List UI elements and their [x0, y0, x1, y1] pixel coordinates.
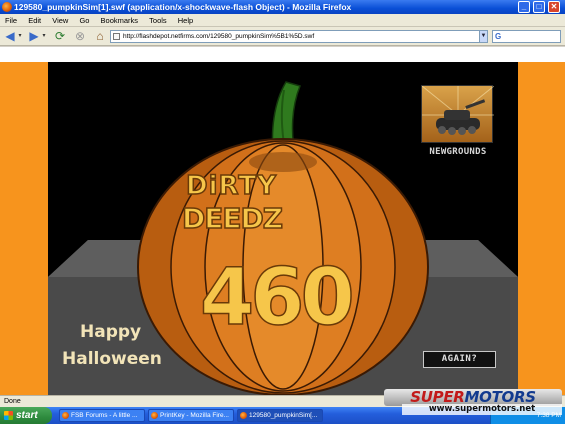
greeting-line2: Halloween [62, 349, 162, 369]
newgrounds-logo[interactable] [421, 85, 495, 143]
reload-icon[interactable]: ⟳ [53, 30, 67, 43]
home-icon[interactable]: ⌂ [93, 30, 107, 43]
address-dropdown-icon[interactable]: ▼ [479, 30, 488, 43]
forward-icon[interactable]: ▶ [27, 30, 41, 43]
search-box[interactable]: G [492, 30, 561, 43]
firefox-icon [62, 412, 69, 419]
status-text: Done [4, 398, 21, 405]
flash-movie[interactable]: DiRTY DEEDZ 460 Happy Halloween NEWGROUN… [48, 62, 518, 395]
address-bar[interactable]: http://flashdepot.netfirms.com/129580_pu… [110, 30, 488, 43]
menu-view[interactable]: View [52, 16, 68, 25]
firefox-window: 129580_pumpkinSim[1].swf (application/x-… [0, 0, 565, 424]
menu-go[interactable]: Go [79, 16, 89, 25]
address-text: http://flashdepot.netfirms.com/129580_pu… [123, 33, 315, 40]
task-label: FSB Forums - A little ... [71, 412, 138, 419]
firefox-icon [2, 2, 12, 12]
carved-text-line1: DiRTY [186, 171, 277, 201]
start-label: start [16, 410, 38, 421]
back-dropdown-icon[interactable]: ▾ [17, 30, 23, 43]
search-engine-icon[interactable]: G [495, 31, 501, 42]
again-button[interactable]: AGAIN? [423, 351, 496, 368]
taskbar-item-fsb-forums[interactable]: FSB Forums - A little ... [59, 409, 145, 422]
minimize-button[interactable]: _ [518, 1, 530, 13]
carved-text-line3: 460 [200, 253, 352, 343]
task-label: PrintKey - Mozilla Fire... [160, 412, 229, 419]
taskbar-item-printkey[interactable]: PrintKey - Mozilla Fire... [148, 409, 234, 422]
greeting-line1: Happy [80, 322, 141, 342]
taskbar-item-pumpkinsim[interactable]: 129580_pumpkinSim[... [237, 409, 323, 422]
menu-help[interactable]: Help [178, 16, 193, 25]
forward-dropdown-icon[interactable]: ▾ [41, 30, 47, 43]
tank-icon [421, 85, 495, 135]
menu-file[interactable]: File [5, 16, 17, 25]
start-button[interactable]: start [0, 407, 52, 424]
watermark-url: www.supermotors.net [402, 404, 562, 415]
windows-flag-icon [4, 411, 13, 420]
firefox-icon [151, 412, 158, 419]
page-icon [113, 33, 120, 40]
task-label: 129580_pumpkinSim[... [249, 412, 318, 419]
stop-icon[interactable]: ⊗ [73, 30, 87, 43]
menu-tools[interactable]: Tools [149, 16, 167, 25]
maximize-button[interactable]: □ [533, 1, 545, 13]
window-title: 129580_pumpkinSim[1].swf (application/x-… [14, 2, 352, 12]
close-button[interactable]: ✕ [548, 1, 560, 13]
back-icon[interactable]: ◀ [3, 30, 17, 43]
navigation-toolbar: ◀ ▾ ▶ ▾ ⟳ ⊗ ⌂ http://flashdepot.netfirms… [0, 27, 565, 46]
menu-bar: File Edit View Go Bookmarks Tools Help [0, 14, 565, 27]
menu-bookmarks[interactable]: Bookmarks [101, 16, 139, 25]
menu-edit[interactable]: Edit [28, 16, 41, 25]
firefox-icon [240, 412, 247, 419]
carved-text-line2: DEEDZ [182, 202, 283, 235]
newgrounds-label: NEWGROUNDS [429, 147, 487, 157]
title-bar: 129580_pumpkinSim[1].swf (application/x-… [0, 0, 565, 14]
